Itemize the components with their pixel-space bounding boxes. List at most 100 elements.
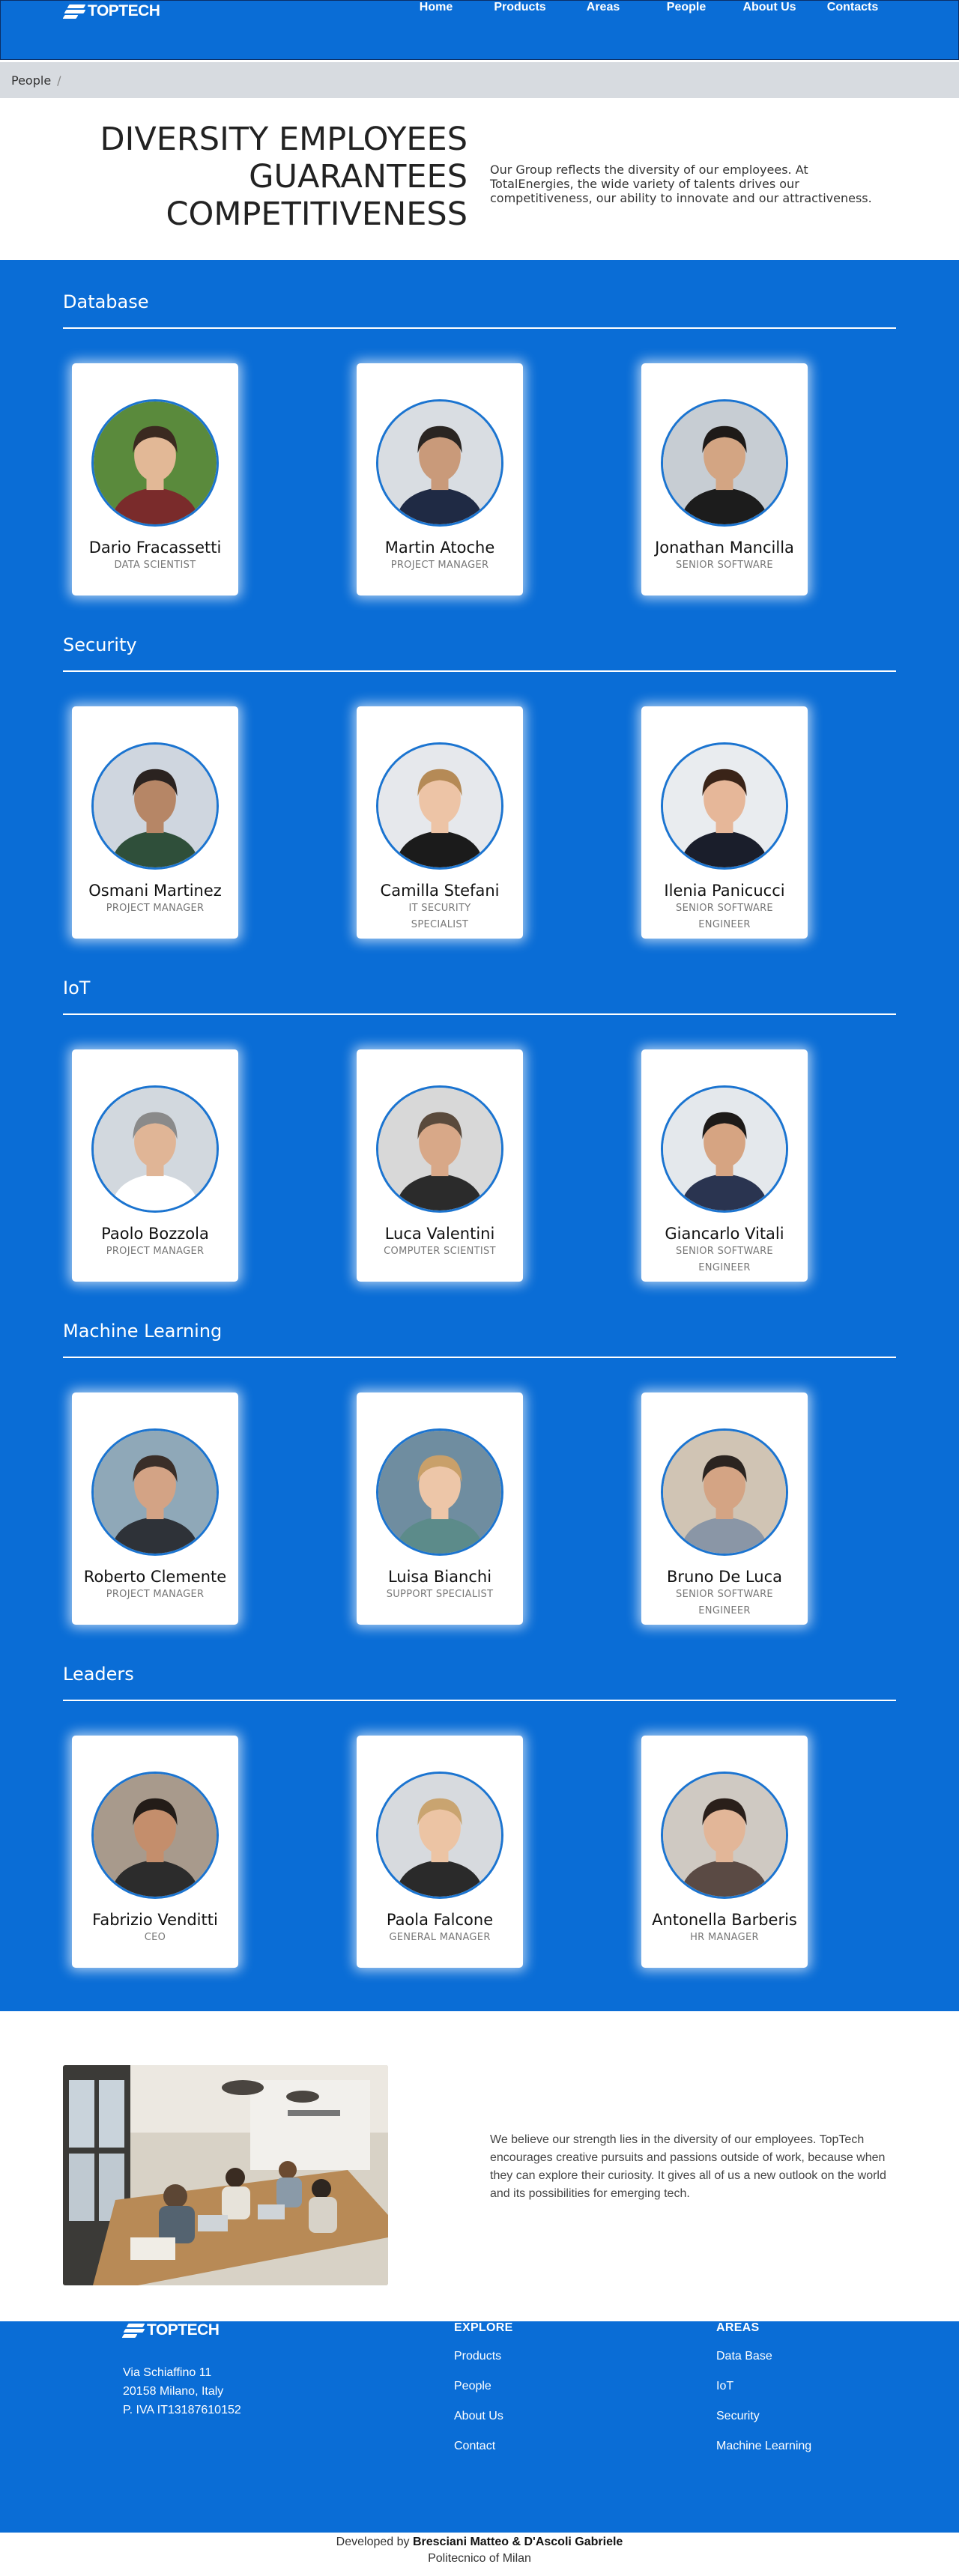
footer-explore-column: EXPLORE Products People About Us Contact <box>454 2321 513 2468</box>
nav-about-us[interactable]: About Us <box>742 1 796 14</box>
employee-photo <box>376 1428 503 1556</box>
breadcrumb: People / <box>0 62 959 98</box>
team-section-leaders: Leaders Fabrizio Venditti CEO Paola Falcone… <box>0 1632 959 1975</box>
footer-brand-name: TOPTECH <box>147 2321 220 2339</box>
employee-card[interactable]: Paolo Bozzola PROJECT MANAGER <box>72 1049 238 1282</box>
employee-info: Luisa Bianchi SUPPORT SPECIALIST <box>364 1568 515 1603</box>
footer: TOPTECH Via Schiaffino 11 20158 Milano, … <box>0 2321 959 2533</box>
employee-card[interactable]: Jonathan Mancilla SENIOR SOFTWARE <box>641 363 808 595</box>
nav-people[interactable]: People <box>667 1 706 14</box>
employee-name: Giancarlo Vitali <box>665 1225 784 1243</box>
employee-photo <box>91 1085 219 1213</box>
employee-name: Camilla Stefani <box>380 882 500 900</box>
footer-explore-title: EXPLORE <box>454 2321 513 2334</box>
team-divider <box>63 1700 896 1701</box>
employee-name: Paolo Bozzola <box>101 1225 209 1243</box>
employee-name: Bruno De Luca <box>666 1568 782 1586</box>
nav-products[interactable]: Products <box>494 1 545 14</box>
breadcrumb-current[interactable]: People <box>11 73 51 88</box>
toptech-logo-icon <box>62 2 86 20</box>
employee-role: SENIOR SOFTWARE <box>676 560 773 571</box>
employee-card[interactable]: Antonella Barberis HR MANAGER <box>641 1736 808 1968</box>
footer-link-contact[interactable]: Contact <box>454 2438 513 2455</box>
employee-role: SENIOR SOFTWARE ENGINEER <box>676 903 773 930</box>
footer-link-machine-learning[interactable]: Machine Learning <box>716 2438 811 2455</box>
team-divider <box>63 670 896 672</box>
employee-card[interactable]: Ilenia Panicucci SENIOR SOFTWARE ENGINEER <box>641 706 808 939</box>
employee-card[interactable]: Fabrizio Venditti CEO <box>72 1736 238 1968</box>
employee-info: Antonella Barberis HR MANAGER <box>649 1911 800 1946</box>
nav-contacts[interactable]: Contacts <box>827 1 878 14</box>
employee-name: Roberto Clemente <box>83 1568 227 1586</box>
team-section-machine-learning: Machine Learning Roberto Clemente PROJECT … <box>0 1289 959 1632</box>
employee-card[interactable]: Luisa Bianchi SUPPORT SPECIALIST <box>357 1392 523 1625</box>
footer-link-people[interactable]: People <box>454 2378 513 2395</box>
footer-address: Via Schiaffino 11 20158 Milano, Italy P.… <box>123 2366 241 2416</box>
employee-photo <box>376 1772 503 1899</box>
employee-name: Osmani Martinez <box>88 882 222 900</box>
credits-developers: Developed by Bresciani Matteo & D'Ascoli… <box>336 2536 623 2548</box>
employee-info: Paolo Bozzola PROJECT MANAGER <box>79 1225 231 1260</box>
employee-photo <box>91 742 219 870</box>
brand-logo[interactable]: TOPTECH <box>62 2 160 20</box>
footer-link-database[interactable]: Data Base <box>716 2348 811 2365</box>
employee-info: Dario Fracassetti DATA SCIENTIST <box>79 539 231 574</box>
employee-role: HR MANAGER <box>690 1932 759 1943</box>
brand-name: TOPTECH <box>88 2 160 19</box>
employee-role: IT SECURITY SPECIALIST <box>408 903 471 930</box>
employee-info: Osmani Martinez PROJECT MANAGER <box>79 882 231 917</box>
navbar: TOPTECH Home Products Areas People About… <box>0 0 959 60</box>
employee-photo <box>91 1772 219 1899</box>
team-divider <box>63 1357 896 1358</box>
footer-brand-logo[interactable]: TOPTECH <box>121 2321 220 2339</box>
team-meeting-photo <box>63 2065 388 2285</box>
employee-role: CEO <box>144 1932 166 1943</box>
employee-info: Paola Falcone GENERAL MANAGER <box>364 1911 515 1946</box>
employee-card[interactable]: Bruno De Luca SENIOR SOFTWARE ENGINEER <box>641 1392 808 1625</box>
employee-card[interactable]: Martin Atoche PROJECT MANAGER <box>357 363 523 595</box>
team-divider <box>63 327 896 329</box>
employee-photo <box>661 399 788 527</box>
nav-links: Home Products Areas People About Us Cont… <box>420 1 958 17</box>
employee-name: Luca Valentini <box>384 1225 495 1243</box>
credits-institution: Politecnico of Milan <box>428 2552 531 2565</box>
employee-info: Jonathan Mancilla SENIOR SOFTWARE <box>649 539 800 574</box>
employee-card[interactable]: Roberto Clemente PROJECT MANAGER <box>72 1392 238 1625</box>
employee-info: Luca Valentini COMPUTER SCIENTIST <box>364 1225 515 1260</box>
employee-role: SUPPORT SPECIALIST <box>386 1589 494 1600</box>
employee-photo <box>661 1085 788 1213</box>
employee-card[interactable]: Dario Fracassetti DATA SCIENTIST <box>72 363 238 595</box>
employee-role: SENIOR SOFTWARE ENGINEER <box>676 1246 773 1273</box>
team-title: Security <box>63 634 137 655</box>
employee-name: Fabrizio Venditti <box>92 1911 218 1929</box>
employee-photo <box>661 1428 788 1556</box>
employee-photo <box>91 1428 219 1556</box>
footer-areas-title: AREAS <box>716 2321 760 2334</box>
team-divider <box>63 1013 896 1015</box>
team-title: Database <box>63 291 149 312</box>
about-description: We believe our strength lies in the dive… <box>490 2133 886 2200</box>
employee-card[interactable]: Giancarlo Vitali SENIOR SOFTWARE ENGINEER <box>641 1049 808 1282</box>
employee-card[interactable]: Osmani Martinez PROJECT MANAGER <box>72 706 238 939</box>
footer-link-security[interactable]: Security <box>716 2408 811 2425</box>
employee-info: Camilla Stefani IT SECURITY SPECIALIST <box>364 882 515 933</box>
employee-photo <box>661 1772 788 1899</box>
footer-link-products[interactable]: Products <box>454 2348 513 2365</box>
breadcrumb-separator: / <box>57 73 61 88</box>
hero-description: Our Group reflects the diversity of our … <box>490 163 872 205</box>
employee-role: SENIOR SOFTWARE ENGINEER <box>676 1589 773 1616</box>
nav-home[interactable]: Home <box>420 1 453 14</box>
employee-card[interactable]: Luca Valentini COMPUTER SCIENTIST <box>357 1049 523 1282</box>
team-title: IoT <box>63 978 91 998</box>
nav-areas[interactable]: Areas <box>587 1 620 14</box>
footer-areas-column: AREAS Data Base IoT Security Machine Lea… <box>716 2321 811 2468</box>
employee-card[interactable]: Paola Falcone GENERAL MANAGER <box>357 1736 523 1968</box>
about-section: We believe our strength lies in the dive… <box>0 2011 959 2321</box>
employee-info: Martin Atoche PROJECT MANAGER <box>364 539 515 574</box>
employee-role: DATA SCIENTIST <box>114 560 196 571</box>
page-title: DIVERSITY EMPLOYEES GUARANTEES COMPETITI… <box>100 121 468 233</box>
footer-link-about-us[interactable]: About Us <box>454 2408 513 2425</box>
footer-link-iot[interactable]: IoT <box>716 2378 811 2395</box>
employee-card[interactable]: Camilla Stefani IT SECURITY SPECIALIST <box>357 706 523 939</box>
team-section-database: Database Dario Fracassetti DATA SCIENTIST M… <box>0 260 959 603</box>
